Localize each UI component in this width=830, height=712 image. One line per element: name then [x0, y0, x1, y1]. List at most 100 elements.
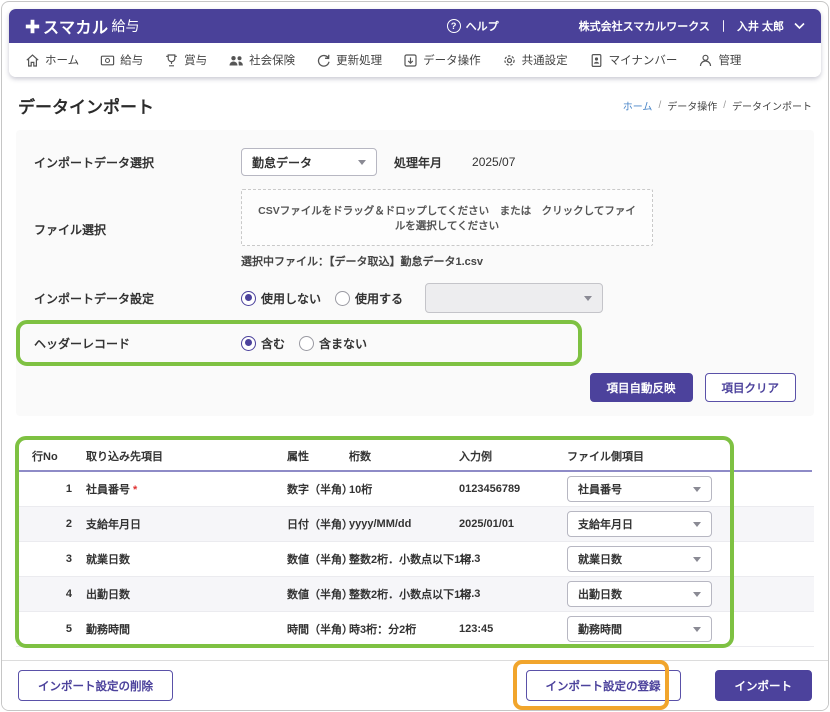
radio-unselected-icon[interactable] [335, 290, 351, 306]
import-button[interactable]: インポート [714, 670, 812, 701]
row-example: 0123456789 [459, 483, 521, 495]
col-header-example: 入力例 [459, 451, 492, 463]
field-name: 出勤日数 [86, 589, 130, 601]
register-import-setting-button[interactable]: インポート設定の登録 [525, 670, 681, 701]
table-row: 3 就業日数 数値（半角） 整数2桁．小数点以下1桁 12.3 就業日数 [16, 542, 814, 577]
nav-label: マイナンバー [608, 55, 678, 67]
radio-label[interactable]: 含む [261, 335, 285, 352]
breadcrumb-home-link[interactable]: ホーム [623, 98, 653, 113]
user-name: 入井 太郎 [736, 21, 784, 33]
row-digits: 整数2桁．小数点以下1桁 [349, 554, 472, 566]
page-title: データインポート [18, 98, 154, 117]
row-attribute: 数値（半角） [287, 589, 353, 601]
radio-option-exclude[interactable]: 含まない [299, 335, 367, 352]
import-form-panel: インポートデータ選択 勤怠データ 処理年月 2025/07 ファイル選択 CSV… [16, 130, 814, 416]
file-field-select[interactable]: 社員番号 [567, 476, 712, 502]
row-digits: 整数2桁．小数点以下1桁 [349, 589, 472, 601]
clear-items-button[interactable]: 項目クリア [704, 373, 796, 402]
table-row: 2 支給年月日 日付（半角） yyyy/MM/dd 2025/01/01 支給年… [16, 507, 814, 542]
processing-month-value: 2025/07 [472, 155, 516, 169]
col-header-row-no: 行No [32, 451, 58, 463]
col-header-file-field: ファイル側項目 [567, 451, 644, 463]
app-bar: スマカル 給与 ? ヘルプ 株式会社スマカルワークス ｜ 入井 太郎 [9, 9, 821, 43]
radio-option-include[interactable]: 含む [241, 335, 285, 352]
mapping-table: 行No 取り込み先項目 属性 桁数 入力例 ファイル側項目 1 社員番号 * 数字… [2, 436, 828, 648]
logo-text-sub: 給与 [111, 18, 140, 34]
row-target-field: 出勤日数 [72, 586, 287, 602]
file-field-select-value: 勤務時間 [578, 624, 622, 636]
row-no: 1 [65, 483, 72, 495]
import-data-select[interactable]: 勤怠データ [241, 148, 377, 176]
file-field-select[interactable]: 支給年月日 [567, 511, 712, 537]
header-record-row: ヘッダーレコード 含む 含まない [16, 320, 796, 366]
row-digits: 10桁 [349, 484, 373, 496]
nav-item-payroll[interactable]: 給与 [100, 52, 143, 68]
radio-unselected-icon[interactable] [299, 335, 315, 351]
col-header-digits: 桁数 [349, 451, 371, 463]
nav-item-mynumber[interactable]: マイナンバー [589, 52, 678, 68]
nav-label: 社会保険 [249, 55, 296, 67]
select-caret-icon [693, 486, 701, 492]
import-setting-radio-group: 使用しない 使用する [241, 290, 403, 307]
row-no: 4 [65, 588, 72, 600]
auto-reflect-button[interactable]: 項目自動反映 [589, 373, 693, 402]
nav-item-common-settings[interactable]: 共通設定 [502, 52, 568, 68]
nav-item-admin[interactable]: 管理 [698, 52, 741, 68]
nav-item-bonus[interactable]: 賞与 [164, 52, 207, 68]
trophy-icon [166, 53, 177, 66]
nav-label: データ操作 [423, 55, 481, 67]
radio-label[interactable]: 使用しない [261, 290, 321, 307]
radio-option-use[interactable]: 使用する [335, 290, 403, 307]
file-field-select[interactable]: 出勤日数 [567, 581, 712, 607]
select-caret-icon [693, 556, 701, 562]
file-field-select-value: 出勤日数 [578, 589, 622, 601]
gear-icon [503, 54, 515, 66]
nav-item-social-insurance[interactable]: 社会保険 [228, 52, 295, 68]
radio-option-not-use[interactable]: 使用しない [241, 290, 321, 307]
nav-label: 共通設定 [521, 55, 568, 67]
radio-selected-icon[interactable] [241, 290, 256, 306]
import-data-select-value: 勤怠データ [252, 155, 313, 170]
banknote-icon [100, 55, 115, 65]
select-caret-icon [693, 626, 701, 632]
processing-month-label: 処理年月 [394, 155, 443, 170]
import-data-select-row: インポートデータ選択 勤怠データ 処理年月 2025/07 [34, 146, 796, 178]
user-menu[interactable]: 入井 太郎 [737, 18, 805, 34]
header-record-label: ヘッダーレコード [34, 336, 131, 351]
csv-dropzone[interactable]: CSVファイルをドラッグ＆ドロップしてください または クリックしてファイルを選… [241, 189, 653, 246]
row-file-field-cell: 社員番号 [567, 476, 712, 502]
main-nav: ホーム 給与 賞与 社会保険 更新処理 データ操作 共通設定 マイナンバー 管理 [9, 43, 821, 77]
radio-label[interactable]: 使用する [355, 290, 403, 307]
delete-import-setting-button[interactable]: インポート設定の削除 [18, 670, 173, 701]
chevron-down-icon [794, 22, 805, 30]
row-file-field-cell: 就業日数 [567, 546, 712, 572]
table-row: 4 出勤日数 数値（半角） 整数2桁．小数点以下1桁 12.3 出勤日数 [16, 577, 814, 612]
home-icon [26, 53, 39, 67]
import-setting-label: インポートデータ設定 [34, 291, 155, 306]
field-name: 支給年月日 [86, 519, 141, 531]
row-example: 12.3 [459, 588, 481, 600]
row-example: 12.3 [459, 553, 481, 565]
help-button[interactable]: ? ヘルプ [446, 18, 499, 34]
nav-item-update[interactable]: 更新処理 [316, 52, 382, 68]
header-divider: ｜ [717, 21, 729, 33]
field-name: 社員番号 [86, 484, 130, 496]
row-no: 3 [65, 553, 72, 565]
field-name: 勤務時間 [86, 624, 130, 636]
file-field-select[interactable]: 就業日数 [567, 546, 712, 572]
nav-item-home[interactable]: ホーム [25, 52, 79, 68]
row-file-field-cell: 出勤日数 [567, 581, 712, 607]
table-row: 1 社員番号 * 数字（半角） 10桁 0123456789 社員番号 [16, 472, 814, 507]
dropzone-text: CSVファイルをドラッグ＆ドロップしてください または クリックしてファイルを選… [258, 204, 636, 232]
file-field-select[interactable]: 勤務時間 [567, 616, 712, 642]
radio-selected-icon[interactable] [241, 335, 256, 351]
field-name: 就業日数 [86, 554, 130, 566]
nav-item-data-operation[interactable]: データ操作 [403, 52, 481, 68]
radio-label[interactable]: 含まない [319, 335, 367, 352]
breadcrumb: ホーム / データ操作 / データインポート [623, 98, 812, 113]
people-icon [229, 55, 243, 65]
company-name: 株式会社スマカルワークス [578, 21, 710, 33]
app-logo: スマカル 給与 [25, 14, 140, 38]
select-caret-icon [693, 591, 701, 597]
nav-label: 賞与 [184, 55, 208, 67]
